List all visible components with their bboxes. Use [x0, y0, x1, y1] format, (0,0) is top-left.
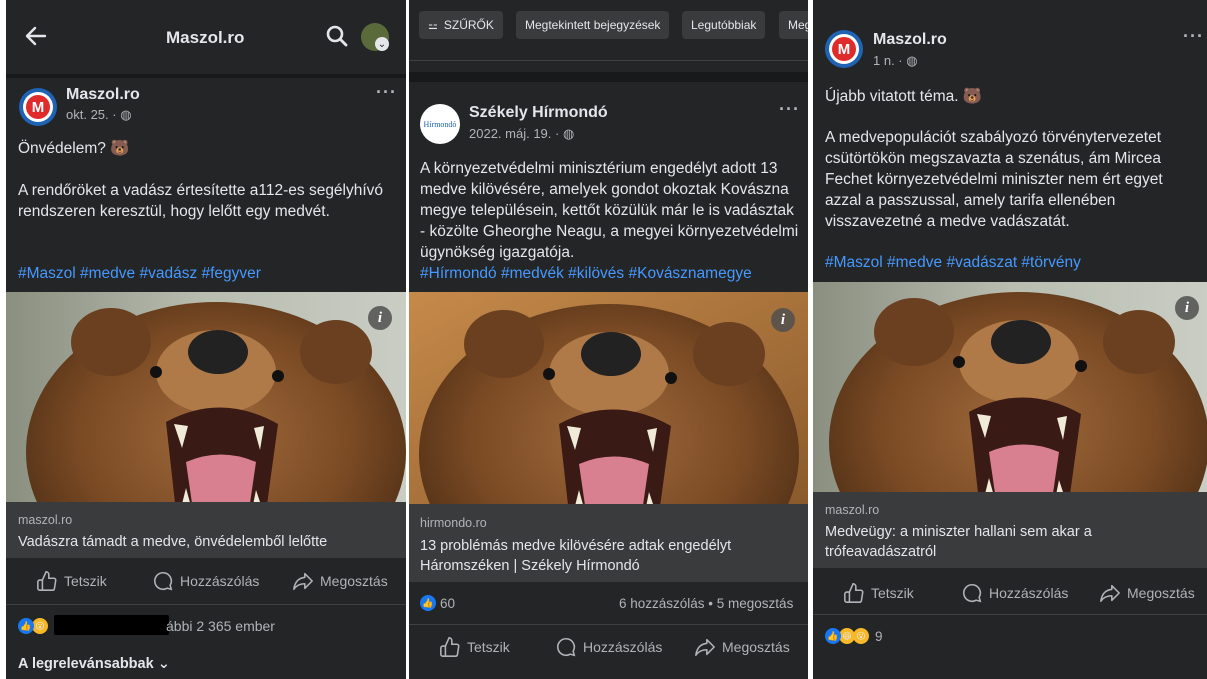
divider: [409, 72, 808, 82]
wow-reaction-icon: 😮: [853, 628, 869, 644]
more-options-icon[interactable]: ···: [1183, 26, 1204, 47]
share-icon: [293, 572, 313, 591]
post-photo[interactable]: i: [6, 292, 406, 502]
share-button[interactable]: Megosztás: [694, 636, 790, 658]
likes-count[interactable]: 60: [440, 596, 455, 611]
divider: [6, 74, 406, 78]
post-photo[interactable]: i: [813, 282, 1207, 492]
page-name[interactable]: Maszol.ro: [66, 86, 140, 104]
post-date: okt. 25. · ◍: [66, 107, 132, 122]
like-button[interactable]: Tetszik: [843, 582, 914, 604]
comment-icon: [557, 637, 576, 657]
like-reaction-icon: 👍: [825, 628, 841, 644]
globe-icon: ◍: [906, 53, 918, 68]
page-name[interactable]: Maszol.ro: [873, 31, 947, 49]
share-label: Megosztás: [320, 573, 388, 589]
reactions-count[interactable]: 9: [875, 629, 883, 644]
thumbs-up-icon: [440, 637, 460, 657]
divider: [6, 604, 406, 605]
post-date: 2022. máj. 19. · ◍: [469, 126, 575, 141]
like-reaction-icon: 👍: [18, 618, 34, 634]
more-options-icon[interactable]: ···: [376, 82, 397, 103]
link-title: Medveügy: a miniszter hallani sem akar a…: [825, 524, 1092, 560]
post-panel-3: M Maszol.ro 1 n. · ◍ ··· Újabb vitatott …: [813, 0, 1207, 679]
more-chip[interactable]: Meg: [779, 11, 808, 39]
comment-icon: [154, 571, 173, 591]
like-button[interactable]: Tetszik: [36, 570, 107, 592]
comment-button[interactable]: Hozzászólás: [555, 636, 662, 658]
profile-avatar[interactable]: ⌄: [361, 23, 389, 51]
divider: [813, 614, 1207, 615]
thumbs-up-icon: [37, 571, 57, 591]
filter-sliders-icon: ⚍: [428, 19, 438, 32]
globe-icon: ◍: [120, 107, 132, 122]
link-domain: maszol.ro: [18, 513, 73, 527]
post-panel-2: ⚍ SZŰRŐK Megtekintett bejegyzések Legutó…: [409, 0, 808, 679]
comment-label: Hozzászólás: [180, 573, 260, 589]
post-body: A medvepopulációt szabályozó törvényterv…: [825, 129, 1163, 230]
comment-icon: [963, 583, 982, 603]
page-avatar[interactable]: Hírmondó: [420, 104, 460, 144]
post-hashtags[interactable]: #Hírmondó #medvék #kilövés #Kovásznamegy…: [420, 263, 752, 284]
back-arrow-icon[interactable]: [24, 24, 48, 48]
comments-shares-count[interactable]: 6 hozzászólás • 5 megosztás: [619, 596, 793, 611]
link-preview[interactable]: maszol.ro Vadászra támadt a medve, önvéd…: [6, 502, 406, 558]
viewed-posts-chip[interactable]: Megtekintett bejegyzések: [516, 11, 670, 39]
share-button[interactable]: Megosztás: [292, 570, 388, 592]
haha-reaction-icon: 😆: [839, 628, 855, 644]
info-icon[interactable]: i: [771, 308, 795, 332]
divider: [409, 60, 808, 61]
link-title: 13 problémás medve kilövésére adtak enge…: [420, 538, 732, 574]
comment-button[interactable]: Hozzászólás: [152, 570, 259, 592]
post-panel-1: Maszol.ro ⌄ M Maszol.ro okt. 25. · ◍ ···…: [6, 0, 406, 679]
top-bar: Maszol.ro ⌄: [6, 0, 406, 74]
thumbs-up-icon: [844, 583, 864, 603]
globe-icon: ◍: [562, 126, 575, 141]
link-domain: maszol.ro: [825, 503, 880, 517]
post-hashtags[interactable]: #Maszol #medve #vadász #fegyver: [18, 263, 261, 284]
comment-sort-dropdown[interactable]: A legrelevánsabbak ⌄: [18, 656, 170, 672]
page-avatar[interactable]: M: [19, 88, 57, 126]
share-label: Megosztás: [1127, 585, 1195, 601]
share-label: Megosztás: [722, 639, 790, 655]
link-preview[interactable]: maszol.ro Medveügy: a miniszter hallani …: [813, 492, 1207, 568]
comment-label: Hozzászólás: [583, 639, 663, 655]
info-icon[interactable]: i: [1175, 296, 1199, 320]
like-label: Tetszik: [467, 639, 510, 655]
search-icon[interactable]: [326, 25, 348, 47]
like-reaction-icon: 👍: [420, 595, 436, 611]
share-button[interactable]: Megosztás: [1099, 582, 1195, 604]
link-title: Vadászra támadt a medve, önvédelemből le…: [18, 534, 328, 550]
post-first-line: Önvédelem? 🐻: [18, 140, 130, 157]
post-first-line: Újabb vitatott téma. 🐻: [825, 88, 983, 105]
link-domain: hirmondo.ro: [420, 516, 487, 530]
filters-label: SZŰRŐK: [443, 18, 494, 32]
recent-chip[interactable]: Legutóbbiak: [682, 11, 766, 39]
comment-button[interactable]: Hozzászólás: [961, 582, 1068, 604]
chevron-down-icon: ⌄: [375, 37, 389, 51]
page-avatar[interactable]: M: [825, 30, 863, 68]
like-label: Tetszik: [871, 585, 914, 601]
filters-chip[interactable]: ⚍ SZŰRŐK: [419, 11, 503, 39]
post-photo[interactable]: i: [409, 292, 808, 504]
post-hashtags[interactable]: #Maszol #medve #vadászat #törvény: [825, 252, 1081, 273]
page-name[interactable]: Székely Hírmondó: [469, 104, 608, 122]
link-preview[interactable]: hirmondo.ro 13 problémás medve kilövésér…: [409, 504, 808, 582]
comment-label: Hozzászólás: [989, 585, 1069, 601]
redacted-name: [54, 615, 169, 635]
post-body: A rendőröket a vadász értesítette a112-e…: [18, 182, 384, 220]
post-body: A környezetvédelmi minisztérium engedély…: [420, 160, 799, 261]
info-icon[interactable]: i: [368, 306, 392, 330]
like-label: Tetszik: [64, 573, 107, 589]
divider: [409, 624, 808, 625]
like-button[interactable]: Tetszik: [439, 636, 510, 658]
more-options-icon[interactable]: ···: [779, 99, 800, 120]
share-icon: [1100, 584, 1120, 603]
wow-reaction-icon: 😮: [32, 618, 48, 634]
header-title: Maszol.ro: [166, 28, 245, 47]
post-date: 1 n. · ◍: [873, 53, 918, 68]
share-icon: [695, 638, 715, 657]
reactions-summary[interactable]: ábbi 2 365 ember: [166, 618, 275, 634]
